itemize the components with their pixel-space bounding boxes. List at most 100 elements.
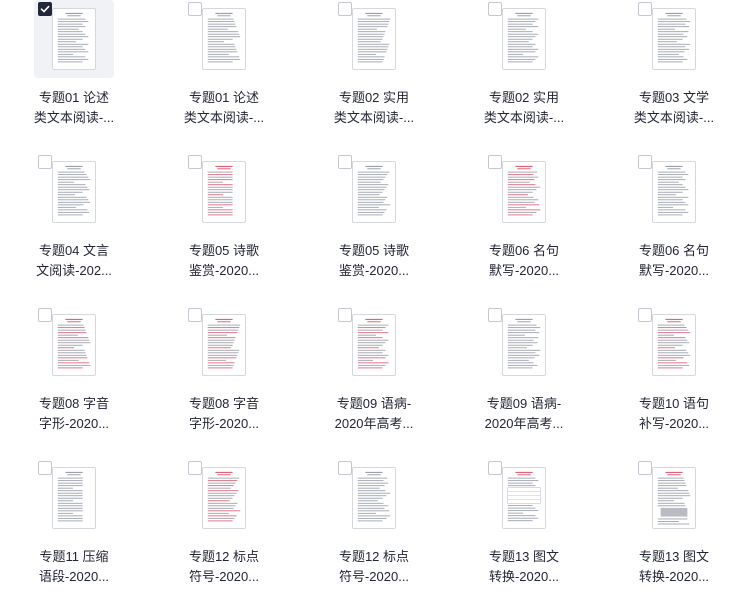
checkbox-icon[interactable]	[188, 308, 202, 322]
file-name[interactable]: 专题02 实用 类文本阅读-...	[324, 88, 424, 128]
file-name-line-2: 补写-2020...	[638, 416, 710, 431]
document-thumbnail-icon[interactable]	[502, 161, 546, 223]
file-name-line-1: 专题02 实用	[488, 90, 560, 105]
checkbox-icon[interactable]	[188, 461, 202, 475]
checkbox-icon[interactable]	[338, 308, 352, 322]
file-item[interactable]: 专题08 字音 字形-2020...	[34, 306, 114, 456]
file-item[interactable]: 专题04 文言 文阅读-202...	[34, 153, 114, 303]
file-item[interactable]: 专题05 诗歌 鉴赏-2020...	[184, 153, 264, 303]
document-thumbnail-icon[interactable]	[652, 8, 696, 70]
checkbox-icon[interactable]	[38, 461, 52, 475]
checkbox-icon[interactable]	[188, 2, 202, 16]
checkbox-icon[interactable]	[638, 155, 652, 169]
file-name[interactable]: 专题09 语病- 2020年高考...	[324, 394, 424, 434]
document-thumbnail-icon[interactable]	[652, 467, 696, 529]
file-name-line-2: 符号-2020...	[338, 569, 410, 584]
document-thumbnail-icon[interactable]	[52, 8, 96, 70]
file-name-line-1: 专题08 字音	[188, 396, 260, 411]
checkbox-icon[interactable]	[488, 461, 502, 475]
file-item[interactable]: 专题13 图文 转换-2020...	[484, 459, 564, 609]
document-thumbnail-icon[interactable]	[352, 314, 396, 376]
file-name[interactable]: 专题12 标点 符号-2020...	[324, 547, 424, 587]
file-name-line-2: 类文本阅读-...	[483, 110, 565, 125]
file-name-line-2: 默写-2020...	[488, 263, 560, 278]
file-item[interactable]: 专题01 论述 类文本阅读-...	[184, 0, 264, 150]
file-name[interactable]: 专题10 语句 补写-2020...	[624, 394, 724, 434]
checkbox-icon[interactable]	[188, 155, 202, 169]
file-name[interactable]: 专题01 论述 类文本阅读-...	[24, 88, 124, 128]
checkbox-icon[interactable]	[638, 461, 652, 475]
document-thumbnail-icon[interactable]	[52, 467, 96, 529]
file-item[interactable]: 专题02 实用 类文本阅读-...	[484, 0, 564, 150]
file-item[interactable]: 专题05 诗歌 鉴赏-2020...	[334, 153, 414, 303]
file-name-line-2: 转换-2020...	[488, 569, 560, 584]
checkbox-icon[interactable]	[38, 155, 52, 169]
file-name-line-2: 语段-2020...	[38, 569, 110, 584]
file-name-line-1: 专题12 标点	[188, 549, 260, 564]
checkbox-icon[interactable]	[488, 155, 502, 169]
file-name[interactable]: 专题08 字音 字形-2020...	[174, 394, 274, 434]
checkbox-icon[interactable]	[338, 155, 352, 169]
file-name[interactable]: 专题05 诗歌 鉴赏-2020...	[324, 241, 424, 281]
checkbox-icon[interactable]	[38, 2, 52, 16]
file-name[interactable]: 专题08 字音 字形-2020...	[24, 394, 124, 434]
file-item[interactable]: 专题13 图文 转换-2020...	[634, 459, 714, 609]
checkbox-icon[interactable]	[638, 2, 652, 16]
checkbox-icon[interactable]	[38, 308, 52, 322]
file-item[interactable]: 专题03 文学 类文本阅读-...	[634, 0, 714, 150]
document-thumbnail-icon[interactable]	[352, 467, 396, 529]
file-name[interactable]: 专题13 图文 转换-2020...	[474, 547, 574, 587]
file-item[interactable]: 专题12 标点 符号-2020...	[334, 459, 414, 609]
checkbox-icon[interactable]	[638, 308, 652, 322]
file-item[interactable]: 专题12 标点 符号-2020...	[184, 459, 264, 609]
file-name[interactable]: 专题06 名句 默写-2020...	[624, 241, 724, 281]
file-name[interactable]: 专题01 论述 类文本阅读-...	[174, 88, 274, 128]
file-item[interactable]: 专题09 语病- 2020年高考...	[484, 306, 564, 456]
file-name[interactable]: 专题03 文学 类文本阅读-...	[624, 88, 724, 128]
document-thumbnail-icon[interactable]	[52, 161, 96, 223]
file-item[interactable]: 专题09 语病- 2020年高考...	[334, 306, 414, 456]
document-thumbnail-icon[interactable]	[202, 314, 246, 376]
document-thumbnail-icon[interactable]	[502, 8, 546, 70]
file-name-line-1: 专题04 文言	[38, 243, 110, 258]
file-name-line-2: 类文本阅读-...	[633, 110, 715, 125]
file-name-line-2: 文阅读-202...	[36, 263, 112, 278]
document-thumbnail-icon[interactable]	[202, 8, 246, 70]
file-item[interactable]: 专题01 论述 类文本阅读-...	[34, 0, 114, 150]
file-name-line-2: 类文本阅读-...	[33, 110, 115, 125]
file-item[interactable]: 专题08 字音 字形-2020...	[184, 306, 264, 456]
checkbox-icon[interactable]	[488, 308, 502, 322]
file-name-line-1: 专题09 语病-	[486, 396, 562, 411]
document-thumbnail-icon[interactable]	[652, 161, 696, 223]
checkbox-icon[interactable]	[488, 2, 502, 16]
document-thumbnail-icon[interactable]	[502, 314, 546, 376]
checkbox-icon[interactable]	[338, 461, 352, 475]
file-name[interactable]: 专题12 标点 符号-2020...	[174, 547, 274, 587]
file-name-line-1: 专题10 语句	[638, 396, 710, 411]
document-thumbnail-icon[interactable]	[652, 314, 696, 376]
file-name-line-1: 专题13 图文	[638, 549, 710, 564]
file-name[interactable]: 专题09 语病- 2020年高考...	[474, 394, 574, 434]
file-item[interactable]: 专题11 压缩 语段-2020...	[34, 459, 114, 609]
document-thumbnail-icon[interactable]	[352, 8, 396, 70]
file-name-line-2: 默写-2020...	[638, 263, 710, 278]
file-item[interactable]: 专题10 语句 补写-2020...	[634, 306, 714, 456]
file-item[interactable]: 专题02 实用 类文本阅读-...	[334, 0, 414, 150]
file-item[interactable]: 专题06 名句 默写-2020...	[634, 153, 714, 303]
file-name[interactable]: 专题02 实用 类文本阅读-...	[474, 88, 574, 128]
document-thumbnail-icon[interactable]	[502, 467, 546, 529]
file-item[interactable]: 专题06 名句 默写-2020...	[484, 153, 564, 303]
file-name-line-1: 专题05 诗歌	[188, 243, 260, 258]
file-name[interactable]: 专题06 名句 默写-2020...	[474, 241, 574, 281]
file-name-line-1: 专题11 压缩	[39, 549, 109, 564]
file-name[interactable]: 专题11 压缩 语段-2020...	[24, 547, 124, 587]
file-name-line-1: 专题06 名句	[488, 243, 560, 258]
checkbox-icon[interactable]	[338, 2, 352, 16]
document-thumbnail-icon[interactable]	[52, 314, 96, 376]
file-name[interactable]: 专题05 诗歌 鉴赏-2020...	[174, 241, 274, 281]
file-name[interactable]: 专题13 图文 转换-2020...	[624, 547, 724, 587]
document-thumbnail-icon[interactable]	[202, 467, 246, 529]
document-thumbnail-icon[interactable]	[352, 161, 396, 223]
file-name[interactable]: 专题04 文言 文阅读-202...	[24, 241, 124, 281]
document-thumbnail-icon[interactable]	[202, 161, 246, 223]
